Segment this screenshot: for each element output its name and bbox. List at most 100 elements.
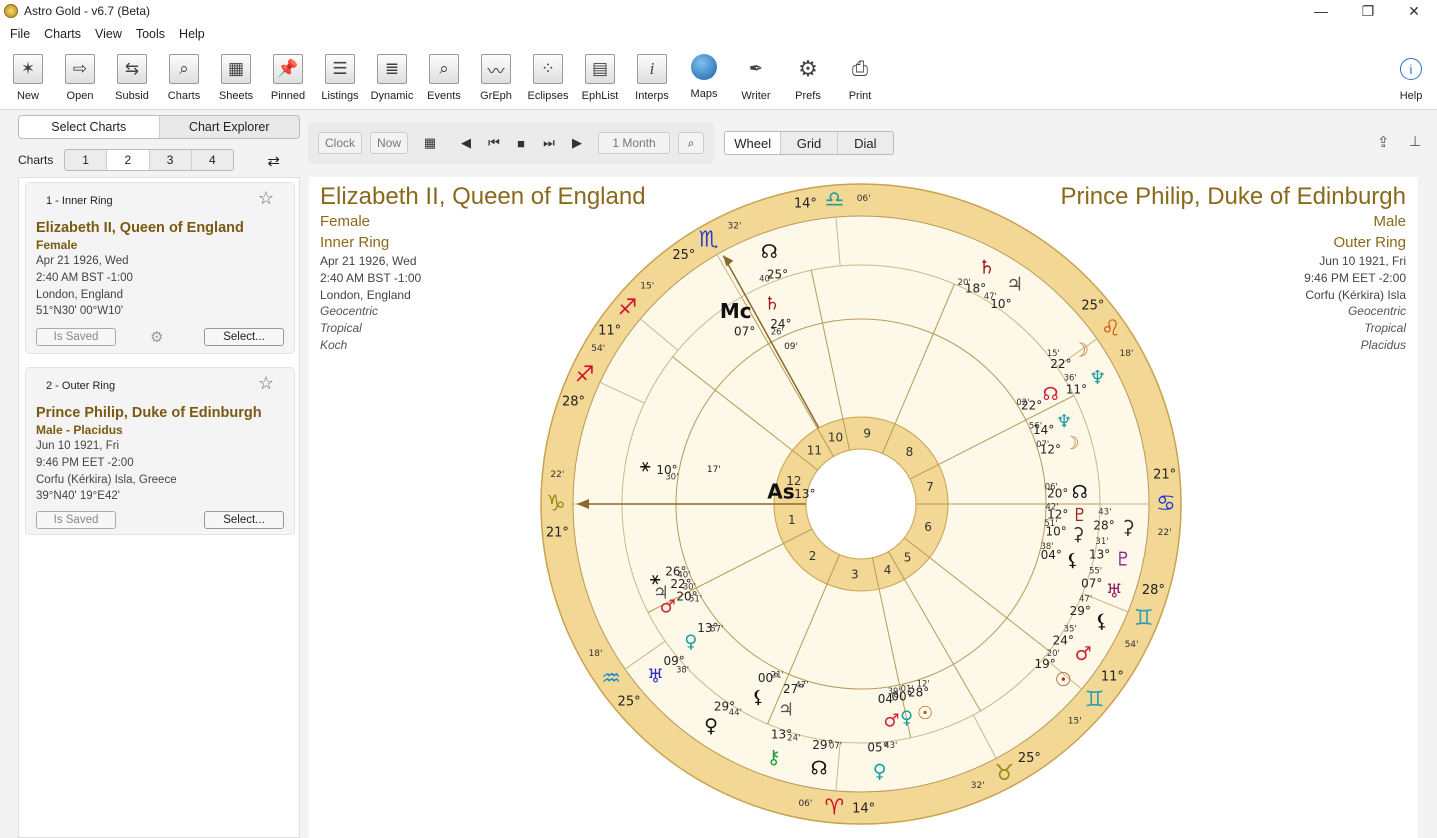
view-dial[interactable]: Dial — [838, 132, 893, 154]
inner-planet-minute: 38' — [1041, 542, 1054, 552]
maximize-button[interactable]: ❐ — [1345, 0, 1391, 22]
card-place: Corfu (Kérkira) Isla, Greece — [36, 474, 177, 486]
chart-card-inner[interactable]: 1 - Inner Ring ☆ Elizabeth II, Queen of … — [25, 182, 295, 354]
outer-planet-minute: 36' — [1064, 373, 1077, 383]
now-button[interactable]: Now — [370, 132, 408, 154]
stop-icon[interactable]: ■ — [510, 132, 532, 154]
time-navigation-bar: Clock Now ▦ ◀ ⏮ ■ ⏭ ▶ 1 Month ⌕ — [308, 122, 714, 164]
chart-slot-1[interactable]: 1 — [65, 150, 108, 170]
search-icon[interactable]: ⌕ — [678, 132, 704, 154]
writer-button[interactable]: ✒ Writer — [730, 54, 782, 102]
outer-planet-degree: 13° — [1089, 548, 1110, 562]
midheaven-label: Mc — [720, 299, 752, 323]
view-wheel[interactable]: Wheel — [725, 132, 782, 154]
chart-slot-4[interactable]: 4 — [192, 150, 233, 170]
eclipses-button[interactable]: ⁘ Eclipses — [522, 54, 574, 102]
outer-planet-glyph: ♇ — [1115, 549, 1132, 571]
ephlist-button[interactable]: ▤ EphList — [574, 54, 626, 102]
info-circle-icon: i — [1400, 58, 1422, 80]
chart-slot-row: Charts 1 2 3 4 ⇄ — [18, 148, 300, 172]
inner-planet-minute: 51' — [1044, 519, 1057, 529]
info-i-icon: i — [637, 54, 667, 84]
house-number: 2 — [809, 549, 817, 563]
interps-button[interactable]: i Interps — [626, 54, 678, 102]
outer-cusp-sign: ♐ — [575, 363, 595, 388]
outer-planet-minute: 44' — [729, 708, 742, 718]
outer-cusp-degree: 25° — [1081, 298, 1104, 313]
outer-cusp-sign: ♏ — [699, 227, 719, 252]
menu-file[interactable]: File — [3, 27, 37, 41]
outer-cusp-degree: 14° — [852, 801, 875, 816]
listings-icon: ☰ — [325, 54, 355, 84]
inner-planet-glyph: ♀ — [684, 631, 697, 652]
menu-tools[interactable]: Tools — [129, 27, 172, 41]
inner-planet-minute: 47' — [795, 681, 808, 691]
menu-view[interactable]: View — [88, 27, 129, 41]
outer-cusp-minute: 32' — [971, 781, 985, 791]
sheets-button[interactable]: ▦ Sheets — [210, 54, 262, 102]
outer-planet-glyph: ♆ — [1089, 367, 1106, 389]
tab-chart-explorer[interactable]: Chart Explorer — [160, 116, 300, 138]
print-button[interactable]: ⎙ Print — [834, 54, 886, 103]
menu-bar: File Charts View Tools Help — [0, 22, 1437, 46]
star-icon[interactable]: ☆ — [258, 188, 274, 209]
outer-planet-minute: 07' — [829, 742, 842, 752]
listings-button[interactable]: ☰ Listings — [314, 54, 366, 102]
outer-cusp-sign: ♒ — [601, 666, 621, 691]
outer-planet-degree: 29° — [1070, 604, 1091, 618]
skip-forward-icon[interactable]: ⏭ — [538, 132, 560, 154]
biwheel-chart[interactable]: ♎ 14° 06' ♌ 25° 18' ♋ 21° 22' ♊ 28° 54' ♊ 11° 15' ♉ 25° 3… — [540, 183, 1182, 825]
inner-planet-minute: 26' — [771, 327, 784, 337]
minimize-button[interactable]: — — [1298, 0, 1344, 22]
step-size-button[interactable]: 1 Month — [598, 132, 670, 154]
pinned-button[interactable]: 📌 Pinned — [262, 54, 314, 102]
is-saved-button[interactable]: Is Saved — [36, 511, 116, 529]
inner-planet-glyph: ☽ — [1063, 433, 1079, 454]
step-back-icon[interactable]: ◀ — [455, 132, 477, 154]
outer-cusp-minute: 18' — [589, 649, 603, 659]
outer-planet-minute: 43' — [1098, 508, 1111, 518]
inner-planet-glyph: ☊ — [1043, 384, 1059, 405]
maps-button[interactable]: Maps — [678, 54, 730, 100]
pin-icon[interactable]: ⊥ — [1409, 133, 1421, 150]
inner-planet-glyph: ⚹ — [640, 455, 651, 476]
clock-button[interactable]: Clock — [318, 132, 362, 154]
dynamic-button[interactable]: ≣ Dynamic — [366, 54, 418, 102]
share-icon[interactable]: ⇪ — [1377, 133, 1390, 151]
help-button[interactable]: i Help — [1385, 54, 1437, 102]
outer-planet-glyph: ♅ — [647, 665, 664, 687]
outer-planet-minute: 15' — [1047, 349, 1060, 359]
menu-help[interactable]: Help — [172, 27, 212, 41]
graph-icon: 〰 — [481, 54, 511, 84]
window-title: Astro Gold - v6.7 (Beta) — [24, 4, 151, 18]
star-icon[interactable]: ☆ — [258, 373, 274, 394]
inner-planet-glyph: ⚳ — [1071, 524, 1084, 545]
charts-button[interactable]: ⌕ Charts — [158, 54, 210, 102]
is-saved-button[interactable]: Is Saved — [36, 328, 116, 346]
calendar-icon[interactable]: ▦ — [419, 132, 441, 154]
settings-icon[interactable]: ⚙ — [150, 328, 163, 346]
events-button[interactable]: ⌕ Events — [418, 54, 470, 102]
chart-slot-3[interactable]: 3 — [150, 150, 192, 170]
step-forward-icon[interactable]: ▶ — [566, 132, 588, 154]
prefs-button[interactable]: ⚙ Prefs — [782, 54, 834, 102]
menu-charts[interactable]: Charts — [37, 27, 88, 41]
open-button[interactable]: ⇨ Open — [54, 54, 106, 102]
toolbar: ✶ New ⇨ Open ⇆ Subsid ⌕ Charts ▦ Sheets 📌 Pinn… — [0, 46, 1437, 110]
new-button[interactable]: ✶ New — [2, 54, 54, 102]
inner-planet-glyph: ☊ — [1072, 482, 1088, 503]
subsid-button[interactable]: ⇆ Subsid — [106, 54, 158, 102]
select-button[interactable]: Select... — [204, 511, 284, 529]
skip-back-icon[interactable]: ⏮ — [483, 132, 505, 154]
shuffle-icon[interactable]: ⇄ — [267, 152, 280, 170]
inner-planet-glyph: ♀ — [900, 708, 913, 729]
greph-button[interactable]: 〰 GrEph — [470, 54, 522, 102]
tab-select-charts[interactable]: Select Charts — [19, 116, 160, 138]
close-button[interactable]: ✕ — [1391, 0, 1437, 22]
chart-card-outer[interactable]: 2 - Outer Ring ☆ Prince Philip, Duke of … — [25, 367, 295, 535]
select-button[interactable]: Select... — [204, 328, 284, 346]
card-time: 2:40 AM BST -1:00 — [36, 272, 133, 284]
view-grid[interactable]: Grid — [781, 132, 838, 154]
inner-planet-minute: 57' — [710, 624, 723, 634]
chart-slot-2[interactable]: 2 — [107, 150, 150, 170]
